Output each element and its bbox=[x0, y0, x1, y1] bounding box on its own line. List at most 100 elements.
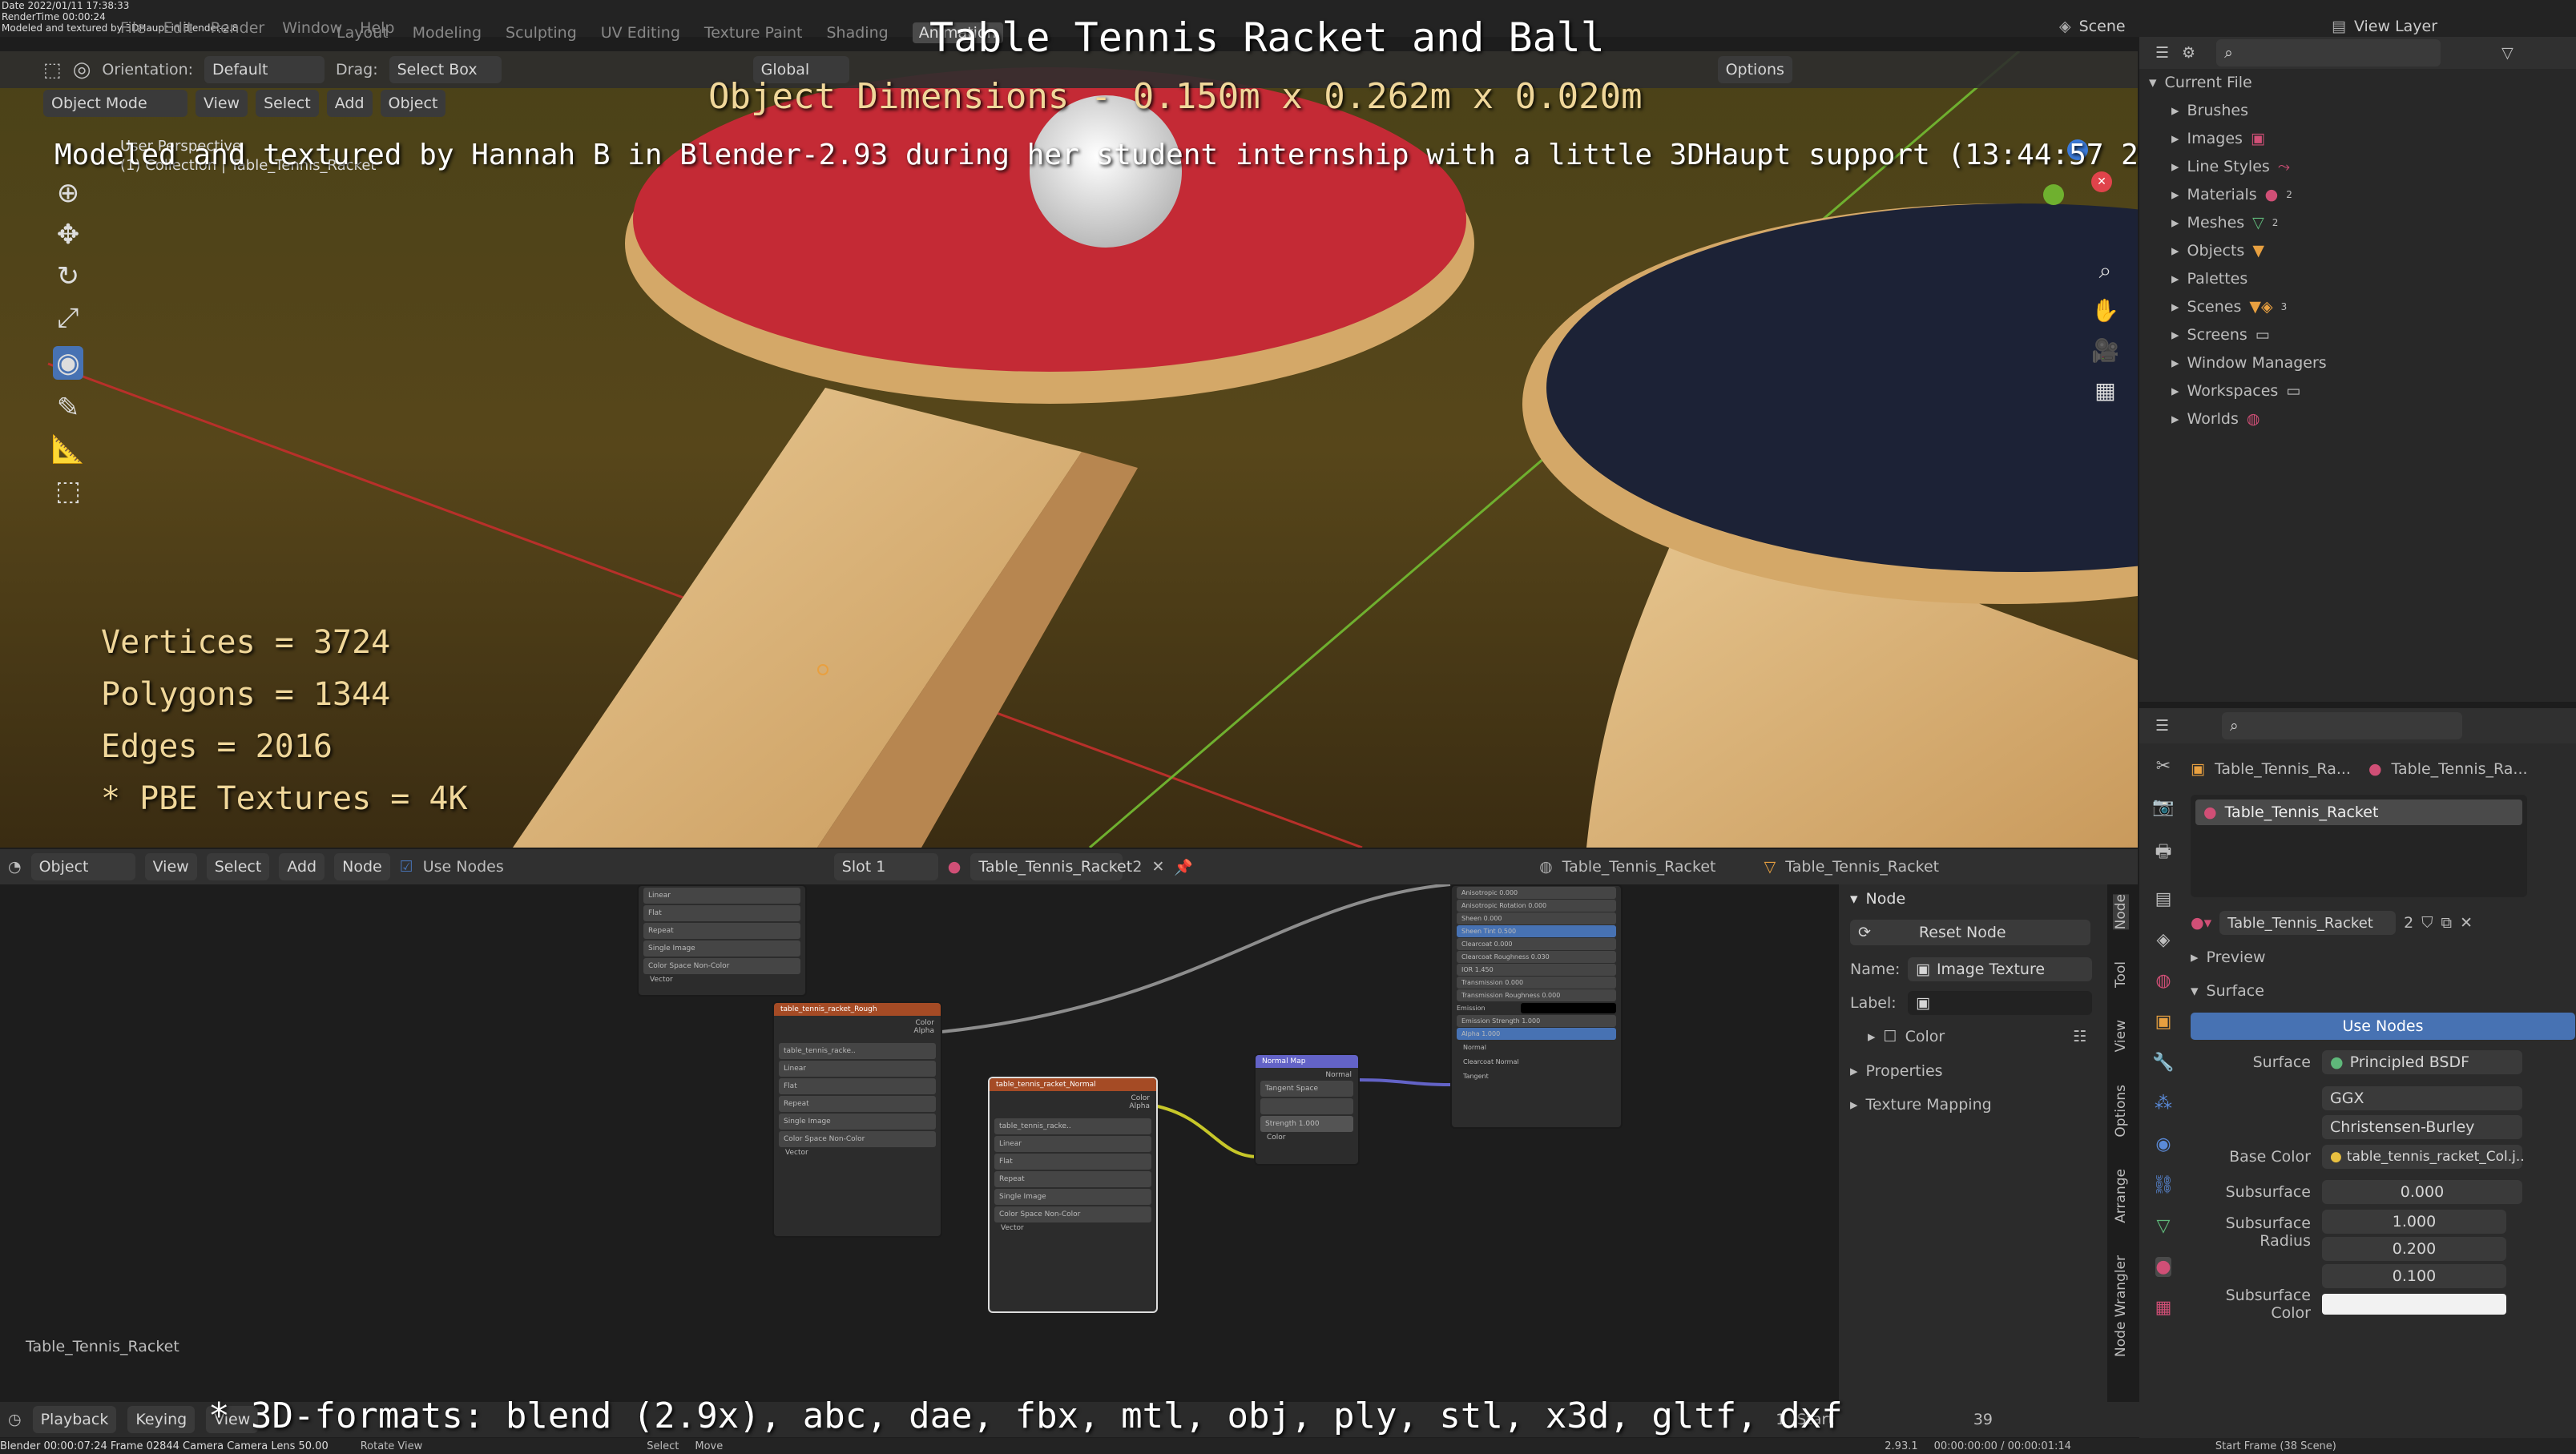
use-nodes-checkbox[interactable]: ☑ bbox=[400, 858, 413, 876]
constraints-tab-icon[interactable]: ⛓ bbox=[2152, 1175, 2175, 1195]
gizmo-x-icon[interactable]: ✕ bbox=[2091, 171, 2112, 192]
chevron-right-icon[interactable]: ▸ bbox=[2171, 158, 2179, 175]
menu-edit[interactable]: Edit bbox=[163, 19, 193, 37]
subsurface-field[interactable]: 0.000 bbox=[2322, 1180, 2522, 1204]
node-row[interactable]: Flat bbox=[643, 905, 800, 921]
chevron-right-icon[interactable]: ▸ bbox=[2171, 326, 2179, 344]
duplicate-icon[interactable]: ⧉ bbox=[2441, 914, 2452, 932]
radius-y-field[interactable]: 0.200 bbox=[2322, 1237, 2506, 1261]
display-mode-icon[interactable]: ⚙ bbox=[2182, 45, 2195, 61]
outliner-item-screens[interactable]: ▸ Screens ▭ bbox=[2171, 320, 2576, 348]
tab-layout[interactable]: Layout bbox=[337, 24, 389, 42]
outliner-item-meshes[interactable]: ▸ Meshes ▽ 2 bbox=[2171, 208, 2576, 236]
ortho-grid-icon[interactable]: ▦ bbox=[2091, 380, 2119, 402]
material-users[interactable]: 2 bbox=[1132, 858, 1142, 876]
end-frame-value[interactable]: 39 bbox=[1973, 1411, 1993, 1428]
tab-shading[interactable]: Shading bbox=[827, 24, 889, 42]
node-row[interactable]: Emission Strength 1.000 bbox=[1457, 1015, 1616, 1027]
gizmo-y-icon[interactable] bbox=[2043, 184, 2064, 205]
use-nodes-button[interactable]: Use Nodes bbox=[2191, 1013, 2575, 1040]
editor-type-icon[interactable]: ☰ bbox=[2155, 45, 2169, 61]
texture-tab-icon[interactable]: ▦ bbox=[2155, 1298, 2172, 1318]
material-name-field[interactable]: Table_Tennis_Racket bbox=[970, 853, 1132, 880]
menu-add[interactable]: Add bbox=[326, 90, 373, 117]
render-tab-icon[interactable]: 📷 bbox=[2152, 797, 2174, 817]
node-row[interactable]: Color Space Non-Color bbox=[994, 1206, 1151, 1222]
node-row[interactable]: Single Image bbox=[779, 1114, 936, 1130]
surface-panel[interactable]: ▾ Surface bbox=[2191, 974, 2575, 1008]
node-row[interactable]: Single Image bbox=[994, 1189, 1151, 1205]
material-users[interactable]: 2 bbox=[2404, 914, 2413, 932]
breadcrumb-object[interactable]: Table_Tennis_Ra... bbox=[2215, 760, 2359, 778]
material-tab-icon[interactable]: ● bbox=[2155, 1257, 2171, 1277]
data-tab-icon[interactable]: ▽ bbox=[2157, 1216, 2171, 1236]
node-row[interactable]: Linear bbox=[994, 1136, 1151, 1152]
node-row[interactable]: Alpha 1.000 bbox=[1457, 1028, 1616, 1040]
node-emission-row[interactable]: Emission bbox=[1457, 1002, 1616, 1014]
outliner-item-scenes[interactable]: ▸ Scenes ▼◈ 3 bbox=[2171, 292, 2576, 320]
material-name-field[interactable]: Table_Tennis_Racket bbox=[2219, 911, 2397, 935]
chevron-right-icon[interactable]: ▸ bbox=[2171, 270, 2179, 288]
editor-type-icon[interactable]: ◷ bbox=[8, 1411, 22, 1428]
reset-node-button[interactable]: ⟳ Reset Node bbox=[1850, 920, 2090, 945]
drag-dropdown[interactable]: Select Box bbox=[389, 56, 502, 83]
scene-tab-icon[interactable]: ◈ bbox=[2157, 930, 2171, 950]
outliner-item-brushes[interactable]: ▸ Brushes bbox=[2171, 96, 2576, 124]
outliner-item-line-styles[interactable]: ▸ Line Styles ⤳ bbox=[2171, 152, 2576, 180]
menu-select[interactable]: Select bbox=[256, 90, 319, 117]
outliner-item-materials[interactable]: ▸ Materials ● 2 bbox=[2171, 180, 2576, 208]
transform-pivot-icon[interactable]: ◎ bbox=[73, 59, 91, 80]
menu-object[interactable]: Object bbox=[380, 90, 446, 117]
annotate-tool-icon[interactable]: ✎ bbox=[57, 394, 80, 421]
radius-z-field[interactable]: 0.100 bbox=[2322, 1264, 2506, 1288]
node-row[interactable]: Repeat bbox=[994, 1171, 1151, 1187]
menu-node[interactable]: Node bbox=[334, 853, 390, 880]
view-layer-name[interactable]: View Layer bbox=[2354, 18, 2437, 35]
chevron-right-icon[interactable]: ▸ bbox=[2171, 214, 2179, 232]
pin-icon[interactable]: 📌 bbox=[1174, 858, 1193, 876]
sidebar-tab-view[interactable]: View bbox=[2113, 1020, 2129, 1052]
node-row[interactable]: Tangent Space bbox=[1260, 1081, 1353, 1097]
menu-window[interactable]: Window bbox=[282, 19, 342, 37]
shader-type-dropdown[interactable]: Object bbox=[30, 853, 135, 880]
sidebar-tab-node[interactable]: Node bbox=[2113, 894, 2129, 930]
chevron-down-icon[interactable]: ▾ bbox=[2149, 75, 2157, 91]
node-texture-top[interactable]: Linear Flat Repeat Single Image Color Sp… bbox=[637, 884, 807, 997]
node-row[interactable]: Color Space Non-Color bbox=[779, 1131, 936, 1147]
chevron-right-icon[interactable]: ▸ bbox=[2171, 102, 2179, 119]
emission-color-swatch[interactable] bbox=[1521, 1003, 1616, 1013]
node-row[interactable]: Clearcoat Roughness 0.030 bbox=[1457, 951, 1616, 963]
zoom-icon[interactable]: ⌕ bbox=[2091, 260, 2119, 282]
node-row[interactable]: Repeat bbox=[779, 1096, 936, 1112]
node-row[interactable]: Clearcoat 0.000 bbox=[1457, 938, 1616, 950]
node-editor[interactable]: ◔ Object View Select Add Node ☑ Use Node… bbox=[0, 849, 2138, 1416]
menu-file[interactable]: File bbox=[120, 19, 146, 37]
menu-select[interactable]: Select bbox=[206, 853, 270, 880]
node-row[interactable]: Single Image bbox=[643, 940, 800, 957]
sidebar-tab-node-wrangler[interactable]: Node Wrangler bbox=[2113, 1255, 2129, 1357]
distribution-dropdown[interactable]: GGX bbox=[2322, 1086, 2522, 1110]
chevron-right-icon[interactable]: ▸ bbox=[2171, 298, 2179, 316]
node-row[interactable]: Flat bbox=[994, 1154, 1151, 1170]
node-header[interactable]: table_tennis_racket_Normal bbox=[990, 1078, 1156, 1091]
outliner-item-objects[interactable]: ▸ Objects ▼ bbox=[2171, 236, 2576, 264]
viewport-options-button[interactable]: Options bbox=[1717, 56, 1792, 83]
texture-mapping-subpanel[interactable]: ▸ Texture Mapping bbox=[1839, 1088, 2107, 1122]
node-row[interactable]: Anisotropic 0.000 bbox=[1457, 887, 1616, 899]
preview-panel[interactable]: ▸ Preview bbox=[2191, 940, 2575, 974]
node-row[interactable]: Sheen Tint 0.500 bbox=[1457, 925, 1616, 937]
node-header[interactable]: table_tennis_racket_Rough bbox=[774, 1003, 941, 1016]
orientation-dropdown[interactable]: Default bbox=[204, 56, 325, 83]
measure-tool-icon[interactable]: 📐 bbox=[51, 436, 85, 463]
sidebar-tab-arrange[interactable]: Arrange bbox=[2113, 1169, 2129, 1223]
node-header[interactable]: Normal Map bbox=[1256, 1055, 1358, 1068]
node-rough-texture[interactable]: table_tennis_racket_Rough Color Alpha ta… bbox=[772, 1001, 942, 1238]
node-row[interactable]: Transmission Roughness 0.000 bbox=[1457, 989, 1616, 1001]
node-image-field[interactable]: table_tennis_racke.. bbox=[994, 1118, 1151, 1134]
add-cube-tool-icon[interactable]: ⬚ bbox=[55, 477, 81, 505]
outliner-item-worlds[interactable]: ▸ Worlds ◍ bbox=[2171, 405, 2576, 433]
node-name-field[interactable]: ▣ Image Texture bbox=[1908, 957, 2092, 981]
editor-type-icon[interactable]: ☰ bbox=[2155, 718, 2169, 734]
filter-icon[interactable]: ▽ bbox=[2501, 45, 2514, 61]
color-subpanel[interactable]: ▸ ☐ Color ☷ bbox=[1839, 1019, 2107, 1054]
